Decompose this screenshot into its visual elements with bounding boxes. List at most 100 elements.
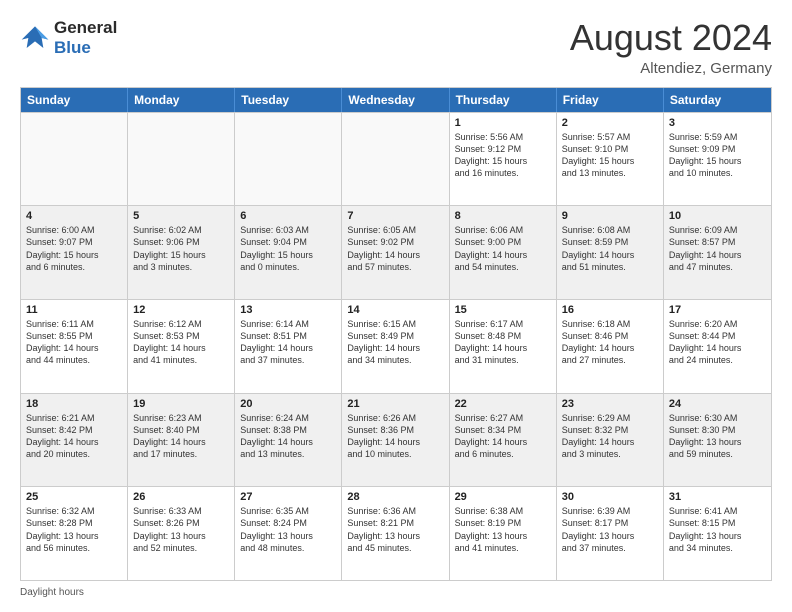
day-info-9: Sunrise: 6:08 AM Sunset: 8:59 PM Dayligh… xyxy=(562,224,658,273)
day-info-6: Sunrise: 6:03 AM Sunset: 9:04 PM Dayligh… xyxy=(240,224,336,273)
day-info-8: Sunrise: 6:06 AM Sunset: 9:00 PM Dayligh… xyxy=(455,224,551,273)
day-cell-5: 5 Sunrise: 6:02 AM Sunset: 9:06 PM Daylig… xyxy=(128,206,235,299)
day-cell-12: 12Sunrise: 6:12 AM Sunset: 8:53 PM Dayli… xyxy=(128,300,235,393)
header-friday: Friday xyxy=(557,88,664,112)
day-cell-23: 23 Sunrise: 6:29 AM Sunset: 8:32 PM Dayli… xyxy=(557,394,664,487)
day-info-5: Sunrise: 6:02 AM Sunset: 9:06 PM Dayligh… xyxy=(133,224,229,273)
day-info-14: Sunrise: 6:15 AM Sunset: 8:49 PM Dayligh… xyxy=(347,318,443,367)
day-cell-8: 8 Sunrise: 6:06 AM Sunset: 9:00 PM Daylig… xyxy=(450,206,557,299)
day-number-18: 18 xyxy=(26,398,122,410)
day-cell-26: 26 Sunrise: 6:33 AM Sunset: 8:26 PM Dayli… xyxy=(128,487,235,580)
day-number-30: 30 xyxy=(562,491,658,503)
day-cell-2: 2Sunrise: 5:57 AM Sunset: 9:10 PM Daylig… xyxy=(557,113,664,206)
day-info-31: Sunrise: 6:41 AM Sunset: 8:15 PM Dayligh… xyxy=(669,505,766,554)
day-number-29: 29 xyxy=(455,491,551,503)
day-number-19: 19 xyxy=(133,398,229,410)
day-cell-24: 24 Sunrise: 6:30 AM Sunset: 8:30 PM Dayli… xyxy=(664,394,771,487)
footer: Daylight hours xyxy=(20,587,772,598)
day-number-2: 2 xyxy=(562,117,658,129)
footer-text: Daylight hours xyxy=(20,587,84,598)
day-info-27: Sunrise: 6:35 AM Sunset: 8:24 PM Dayligh… xyxy=(240,505,336,554)
location-label: Altendiez, Germany xyxy=(570,60,772,77)
day-info-26: Sunrise: 6:33 AM Sunset: 8:26 PM Dayligh… xyxy=(133,505,229,554)
day-cell-15: 15Sunrise: 6:17 AM Sunset: 8:48 PM Dayli… xyxy=(450,300,557,393)
calendar-week-2: 4 Sunrise: 6:00 AM Sunset: 9:07 PM Daylig… xyxy=(21,205,771,299)
day-info-13: Sunrise: 6:14 AM Sunset: 8:51 PM Dayligh… xyxy=(240,318,336,367)
day-cell-19: 19Sunrise: 6:23 AM Sunset: 8:40 PM Dayli… xyxy=(128,394,235,487)
calendar-week-3: 11 Sunrise: 6:11 AM Sunset: 8:55 PM Dayli… xyxy=(21,299,771,393)
day-number-10: 10 xyxy=(669,210,766,222)
day-info-7: Sunrise: 6:05 AM Sunset: 9:02 PM Dayligh… xyxy=(347,224,443,273)
calendar-header: Sunday Monday Tuesday Wednesday Thursday… xyxy=(21,88,771,112)
day-info-3: Sunrise: 5:59 AM Sunset: 9:09 PM Dayligh… xyxy=(669,131,766,180)
day-cell-1: 1 Sunrise: 5:56 AM Sunset: 9:12 PM Daylig… xyxy=(450,113,557,206)
day-number-17: 17 xyxy=(669,304,766,316)
day-number-31: 31 xyxy=(669,491,766,503)
day-cell-17: 17 Sunrise: 6:20 AM Sunset: 8:44 PM Dayli… xyxy=(664,300,771,393)
day-cell-3: 3 Sunrise: 5:59 AM Sunset: 9:09 PM Daylig… xyxy=(664,113,771,206)
header-saturday: Saturday xyxy=(664,88,771,112)
header: General Blue August 2024 Altendiez, Germ… xyxy=(20,18,772,77)
month-year-title: August 2024 xyxy=(570,18,772,58)
logo-icon xyxy=(20,23,50,53)
day-number-14: 14 xyxy=(347,304,443,316)
day-number-4: 4 xyxy=(26,210,122,222)
day-info-4: Sunrise: 6:00 AM Sunset: 9:07 PM Dayligh… xyxy=(26,224,122,273)
page: General Blue August 2024 Altendiez, Germ… xyxy=(0,0,792,612)
day-info-20: Sunrise: 6:24 AM Sunset: 8:38 PM Dayligh… xyxy=(240,412,336,461)
day-info-11: Sunrise: 6:11 AM Sunset: 8:55 PM Dayligh… xyxy=(26,318,122,367)
day-info-1: Sunrise: 5:56 AM Sunset: 9:12 PM Dayligh… xyxy=(455,131,551,180)
header-monday: Monday xyxy=(128,88,235,112)
day-number-11: 11 xyxy=(26,304,122,316)
day-number-24: 24 xyxy=(669,398,766,410)
title-block: August 2024 Altendiez, Germany xyxy=(570,18,772,77)
empty-cell-w0-d0 xyxy=(21,113,128,206)
day-number-7: 7 xyxy=(347,210,443,222)
empty-cell-w0-d2 xyxy=(235,113,342,206)
empty-cell-w0-d1 xyxy=(128,113,235,206)
day-cell-28: 28Sunrise: 6:36 AM Sunset: 8:21 PM Dayli… xyxy=(342,487,449,580)
day-info-24: Sunrise: 6:30 AM Sunset: 8:30 PM Dayligh… xyxy=(669,412,766,461)
day-number-3: 3 xyxy=(669,117,766,129)
calendar-week-5: 25Sunrise: 6:32 AM Sunset: 8:28 PM Dayli… xyxy=(21,486,771,580)
day-info-18: Sunrise: 6:21 AM Sunset: 8:42 PM Dayligh… xyxy=(26,412,122,461)
day-info-29: Sunrise: 6:38 AM Sunset: 8:19 PM Dayligh… xyxy=(455,505,551,554)
day-cell-7: 7 Sunrise: 6:05 AM Sunset: 9:02 PM Daylig… xyxy=(342,206,449,299)
day-cell-4: 4 Sunrise: 6:00 AM Sunset: 9:07 PM Daylig… xyxy=(21,206,128,299)
day-cell-25: 25Sunrise: 6:32 AM Sunset: 8:28 PM Dayli… xyxy=(21,487,128,580)
day-cell-9: 9Sunrise: 6:08 AM Sunset: 8:59 PM Daylig… xyxy=(557,206,664,299)
calendar-week-1: 1 Sunrise: 5:56 AM Sunset: 9:12 PM Daylig… xyxy=(21,112,771,206)
day-info-10: Sunrise: 6:09 AM Sunset: 8:57 PM Dayligh… xyxy=(669,224,766,273)
logo: General Blue xyxy=(20,18,117,57)
day-cell-13: 13 Sunrise: 6:14 AM Sunset: 8:51 PM Dayli… xyxy=(235,300,342,393)
day-number-20: 20 xyxy=(240,398,336,410)
header-wednesday: Wednesday xyxy=(342,88,449,112)
day-number-5: 5 xyxy=(133,210,229,222)
day-info-17: Sunrise: 6:20 AM Sunset: 8:44 PM Dayligh… xyxy=(669,318,766,367)
day-number-16: 16 xyxy=(562,304,658,316)
day-number-26: 26 xyxy=(133,491,229,503)
calendar-week-4: 18 Sunrise: 6:21 AM Sunset: 8:42 PM Dayli… xyxy=(21,393,771,487)
day-info-21: Sunrise: 6:26 AM Sunset: 8:36 PM Dayligh… xyxy=(347,412,443,461)
day-number-6: 6 xyxy=(240,210,336,222)
header-thursday: Thursday xyxy=(450,88,557,112)
day-number-8: 8 xyxy=(455,210,551,222)
day-cell-14: 14 Sunrise: 6:15 AM Sunset: 8:49 PM Dayli… xyxy=(342,300,449,393)
day-cell-6: 6 Sunrise: 6:03 AM Sunset: 9:04 PM Daylig… xyxy=(235,206,342,299)
day-number-13: 13 xyxy=(240,304,336,316)
day-info-23: Sunrise: 6:29 AM Sunset: 8:32 PM Dayligh… xyxy=(562,412,658,461)
day-info-15: Sunrise: 6:17 AM Sunset: 8:48 PM Dayligh… xyxy=(455,318,551,367)
day-cell-20: 20 Sunrise: 6:24 AM Sunset: 8:38 PM Dayli… xyxy=(235,394,342,487)
day-number-28: 28 xyxy=(347,491,443,503)
day-info-30: Sunrise: 6:39 AM Sunset: 8:17 PM Dayligh… xyxy=(562,505,658,554)
day-number-25: 25 xyxy=(26,491,122,503)
day-cell-18: 18 Sunrise: 6:21 AM Sunset: 8:42 PM Dayli… xyxy=(21,394,128,487)
day-info-16: Sunrise: 6:18 AM Sunset: 8:46 PM Dayligh… xyxy=(562,318,658,367)
day-cell-10: 10 Sunrise: 6:09 AM Sunset: 8:57 PM Dayli… xyxy=(664,206,771,299)
day-info-12: Sunrise: 6:12 AM Sunset: 8:53 PM Dayligh… xyxy=(133,318,229,367)
day-number-22: 22 xyxy=(455,398,551,410)
day-number-23: 23 xyxy=(562,398,658,410)
day-cell-16: 16 Sunrise: 6:18 AM Sunset: 8:46 PM Dayli… xyxy=(557,300,664,393)
day-number-1: 1 xyxy=(455,117,551,129)
day-cell-31: 31 Sunrise: 6:41 AM Sunset: 8:15 PM Dayli… xyxy=(664,487,771,580)
